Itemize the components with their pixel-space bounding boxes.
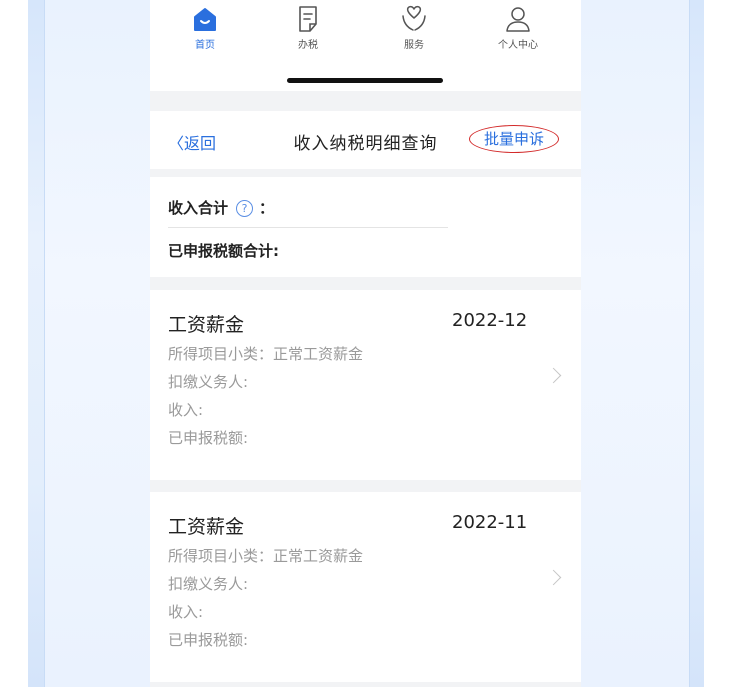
- income-total-row: 收入合计? ：: [168, 197, 274, 218]
- chevron-right-icon: [545, 367, 562, 384]
- tab-home[interactable]: 首页: [170, 4, 240, 51]
- income-total-label: 收入合计: [168, 199, 229, 217]
- tab-profile[interactable]: 个人中心: [483, 4, 553, 51]
- record-tax: 已申报税额:: [168, 429, 249, 447]
- record-withholder: 扣缴义务人:: [168, 575, 249, 593]
- income-total-colon: ：: [259, 199, 275, 217]
- record-subcategory: 所得项目小类：正常工资薪金: [168, 547, 364, 565]
- record-income: 收入:: [168, 401, 204, 419]
- summary-panel: 收入合计? ： 已申报税额合计:: [150, 177, 581, 277]
- help-icon[interactable]: ?: [236, 200, 254, 217]
- record-title: 工资薪金: [168, 314, 245, 336]
- batch-appeal-button[interactable]: 批量申诉: [469, 125, 559, 153]
- person-icon: [506, 7, 530, 32]
- record-title: 工资薪金: [168, 516, 245, 538]
- chevron-right-icon: [545, 569, 562, 586]
- tab-services[interactable]: 服务: [379, 4, 449, 51]
- nav-bar: 〈返回 收入纳税明细查询 批量申诉: [150, 111, 581, 169]
- tab-profile-label: 个人中心: [498, 40, 538, 51]
- record-card[interactable]: 工资薪金 2022-12 所得项目小类：正常工资薪金 扣缴义务人: 收入: 已申…: [150, 290, 581, 480]
- document-edit-icon: [299, 6, 317, 32]
- tax-total-label: 已申报税额合计:: [168, 242, 279, 260]
- tab-tax-label: 办税: [298, 40, 318, 51]
- home-indicator: [287, 78, 443, 83]
- record-card[interactable]: 工资薪金 2022-11 所得项目小类：正常工资薪金 扣缴义务人: 收入: 已申…: [150, 492, 581, 682]
- record-withholder: 扣缴义务人:: [168, 373, 249, 391]
- tab-tax[interactable]: 办税: [273, 4, 343, 51]
- record-income: 收入:: [168, 603, 204, 621]
- heart-hands-icon: [402, 5, 426, 31]
- summary-divider: [168, 227, 448, 228]
- tab-home-label: 首页: [195, 40, 215, 51]
- home-icon: [194, 8, 216, 31]
- bottom-tab-bar: 首页 办税 服务 个人中心: [150, 0, 581, 91]
- record-tax: 已申报税额:: [168, 631, 249, 649]
- record-date: 2022-11: [452, 512, 528, 533]
- record-date: 2022-12: [452, 310, 528, 331]
- record-subcategory: 所得项目小类：正常工资薪金: [168, 345, 364, 363]
- tab-services-label: 服务: [404, 40, 424, 51]
- phone-screen: 首页 办税 服务 个人中心 〈返回 收入纳税明细查询 批量申诉 收入合计 ? ：…: [150, 0, 581, 687]
